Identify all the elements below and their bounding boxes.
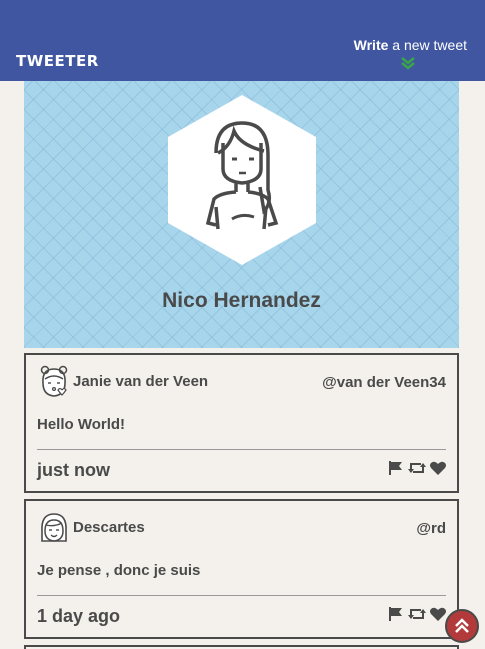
- profile-header: Nico Hernandez: [24, 81, 459, 348]
- tweet-card: Descartes @rd Je pense , donc je suis 1 …: [24, 499, 459, 639]
- profile-name: Nico Hernandez: [162, 289, 321, 312]
- tweet-card: [24, 645, 459, 649]
- write-tweet-button[interactable]: Write a new tweet: [354, 37, 467, 53]
- tweet-timestamp: just now: [37, 460, 110, 480]
- tweet-author-name: Descartes: [73, 519, 145, 536]
- navbar: TWEETER Write a new tweet: [0, 0, 485, 81]
- tweet-text: Je pense , donc je suis: [37, 562, 201, 579]
- tweet-text: Hello World!: [37, 416, 126, 433]
- heart-icon[interactable]: [429, 606, 447, 622]
- retweet-icon[interactable]: [407, 460, 427, 476]
- compose-bold-label: Write: [353, 37, 389, 53]
- flag-icon[interactable]: [387, 460, 405, 476]
- tweet-actions: [387, 460, 447, 476]
- avatar-kiss-icon: [40, 365, 68, 397]
- compose-rest-label: a new tweet: [388, 37, 467, 53]
- chevron-double-up-icon: [455, 618, 469, 633]
- tweet-author-handle: @van der Veen34: [322, 374, 446, 391]
- tweet-card: Janie van der Veen @van der Veen34 Hello…: [24, 353, 459, 493]
- tweet-actions: [387, 606, 447, 622]
- heart-icon[interactable]: [429, 460, 447, 476]
- scroll-to-top-button[interactable]: [445, 609, 479, 643]
- user-avatar-icon: [168, 95, 316, 265]
- chevron-double-down-icon[interactable]: [400, 56, 416, 70]
- tweet-author-name: Janie van der Veen: [73, 373, 209, 390]
- tweet-timestamp: 1 day ago: [37, 606, 121, 626]
- retweet-icon[interactable]: [407, 606, 427, 622]
- flag-icon[interactable]: [387, 606, 405, 622]
- brand-logo[interactable]: TWEETER: [16, 52, 99, 70]
- tweet-divider: [37, 449, 446, 450]
- tweet-author-handle: @rd: [416, 520, 446, 537]
- avatar-smile-icon: [41, 513, 67, 542]
- tweet-divider: [37, 595, 446, 596]
